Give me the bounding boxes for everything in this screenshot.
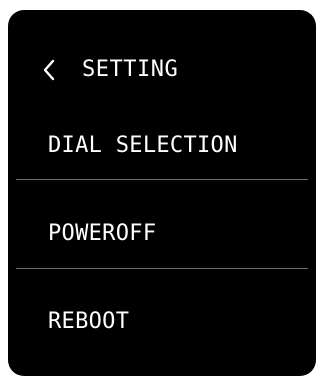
menu-item-label: REBOOT (48, 309, 130, 334)
settings-screen: SETTING DIAL SELECTION POWEROFF REBOOT (8, 10, 316, 376)
back-button[interactable] (40, 58, 58, 82)
header: SETTING (8, 50, 316, 90)
menu-item-label: POWEROFF (48, 221, 157, 246)
menu-item-reboot[interactable]: REBOOT (8, 278, 316, 366)
menu-item-dial-selection[interactable]: DIAL SELECTION (8, 102, 316, 190)
page-title: SETTING (82, 57, 179, 82)
chevron-left-icon (43, 59, 55, 81)
menu-item-poweroff[interactable]: POWEROFF (8, 190, 316, 278)
menu-item-label: DIAL SELECTION (48, 133, 238, 158)
divider (16, 268, 308, 269)
divider (16, 179, 308, 180)
